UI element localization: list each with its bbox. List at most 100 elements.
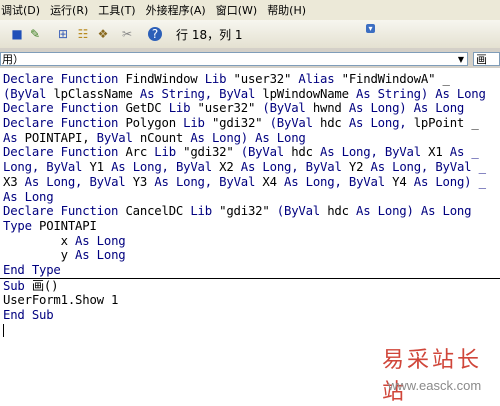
keyword: ByVal — [305, 160, 349, 175]
keyword: As Long, — [154, 174, 220, 189]
keyword: As _ — [449, 145, 479, 160]
object-dropdown[interactable]: 用） ▼ — [0, 52, 468, 66]
keyword: ByVal — [46, 160, 90, 175]
identifier: "user32" — [233, 72, 299, 86]
keyword: (ByVal — [276, 204, 328, 219]
keyword: As Long — [75, 248, 126, 263]
menu-item[interactable]: 帮助(H) — [262, 2, 311, 18]
identifier: 画() — [31, 278, 59, 293]
identifier: hdc — [327, 204, 357, 219]
menu-item[interactable]: 运行(R) — [45, 2, 93, 18]
keyword: End Sub — [3, 308, 54, 322]
keyword: ByVal — [219, 174, 263, 189]
identifier: lpWindowName — [262, 86, 357, 101]
keyword: ByVal — [384, 145, 429, 160]
keyword: As Long, — [320, 145, 385, 160]
identifier: Y3 — [132, 174, 155, 189]
cursor-position: 行 18，列 1 — [176, 28, 243, 42]
properties-icon[interactable]: ☷ — [76, 27, 90, 41]
identifier: lpPoint _ — [413, 116, 479, 131]
code-line: Declare Function Polygon Lib "gdi32" (By… — [3, 116, 500, 131]
identifier: Y1 — [89, 160, 112, 175]
identifier: UserForm1.Show 1 — [3, 293, 119, 308]
keyword: As Long — [75, 233, 126, 248]
code-line: Declare Function Arc Lib "gdi32" (ByVal … — [3, 145, 500, 160]
standard-toolbar: ■ ✎ ⊞ ☷ ❖ ✂ ? 行 18，列 1 — [0, 20, 500, 49]
code-line: Declare Function CancelDC Lib "gdi32" (B… — [3, 204, 500, 219]
object-browser-icon[interactable]: ❖ — [96, 27, 110, 41]
object-bar: 用） ▼ 画 — [0, 52, 500, 68]
toolbar-options-icon[interactable]: ▾ — [366, 24, 375, 33]
code-line: End Sub — [3, 308, 500, 323]
keyword: As String, — [139, 86, 220, 101]
identifier: CancelDC — [125, 204, 191, 219]
keyword: Sub — [3, 278, 32, 293]
keyword: ByVal — [175, 160, 220, 175]
design-mode-icon[interactable]: ✎ — [28, 27, 42, 41]
code-line: Declare Function GetDC Lib "user32" (ByV… — [3, 101, 500, 116]
keyword: As Long, — [111, 160, 176, 175]
keyword: As Long, — [240, 160, 306, 175]
keyword: Type — [3, 218, 40, 233]
code-line: (ByVal lpClassName As String, ByVal lpWi… — [3, 87, 500, 102]
identifier: hdc — [320, 116, 349, 131]
menu-item[interactable]: 外接程序(A) — [141, 2, 211, 18]
keyword: Long, — [3, 160, 47, 175]
code-line: Long, ByVal Y1 As Long, ByVal X2 As Long… — [3, 160, 500, 175]
keyword: Declare Function — [3, 116, 126, 131]
identifier: hwnd — [312, 101, 349, 116]
identifier: POINTAPI — [39, 218, 97, 233]
keyword: Declare Function — [3, 101, 126, 116]
code-line: Type POINTAPI — [3, 219, 500, 234]
identifier: GetDC — [125, 101, 169, 116]
code-line: As POINTAPI, ByVal nCount As Long) As Lo… — [3, 131, 500, 146]
object-dropdown-value: 用） — [2, 53, 24, 66]
menu-item[interactable]: 调试(D) — [0, 2, 45, 18]
keyword: Declare Function — [3, 145, 126, 160]
keyword: Lib — [183, 116, 212, 131]
procedure-separator — [0, 277, 500, 279]
identifier: y — [3, 248, 76, 263]
keyword: ByVal — [348, 174, 393, 189]
keyword: As Long, — [284, 174, 349, 189]
identifier: Arc — [125, 145, 155, 160]
code-line: x As Long — [3, 234, 500, 249]
identifier: x — [3, 233, 76, 248]
identifier: X4 — [262, 174, 285, 189]
keyword: As Long, — [348, 116, 414, 131]
identifier: Y2 — [348, 160, 371, 175]
procedure-dropdown-value: 画 — [476, 53, 487, 66]
menu-item[interactable]: 工具(T) — [93, 2, 140, 18]
keyword: Declare Function — [3, 204, 126, 219]
help-icon[interactable]: ? — [148, 27, 162, 41]
stop-icon[interactable]: ■ — [10, 27, 24, 41]
menu-bar: 调试(D) 运行(R) 工具(T) 外接程序(A) 窗口(W) 帮助(H) — [0, 0, 500, 20]
code-line: X3 As Long, ByVal Y3 As Long, ByVal X4 A… — [3, 175, 500, 190]
identifier: X1 — [428, 145, 450, 160]
keyword: Lib — [154, 145, 184, 160]
code-lines: Declare Function FindWindow Lib "user32"… — [0, 68, 500, 337]
identifier: hdc — [291, 145, 321, 160]
identifier: "gdi32" — [219, 204, 277, 219]
identifier: "user32" — [197, 101, 263, 116]
keyword: As Long, — [370, 160, 436, 175]
identifier: Polygon — [125, 116, 184, 131]
identifier: X3 — [3, 174, 25, 189]
keyword: Declare Function — [3, 72, 126, 86]
identifier: X2 — [219, 160, 241, 175]
code-line: Declare Function FindWindow Lib "user32"… — [3, 72, 500, 87]
menu-item[interactable]: 窗口(W) — [211, 2, 262, 18]
keyword: End Type — [3, 262, 61, 277]
keyword: (ByVal — [269, 116, 321, 131]
keyword: (ByVal — [262, 101, 313, 116]
chevron-down-icon[interactable]: ▼ — [455, 54, 467, 65]
keyword: ByVal _ — [435, 160, 486, 175]
watermark-url: www.easck.com — [388, 378, 482, 393]
keyword: ByVal — [89, 174, 133, 189]
code-line: y As Long — [3, 248, 500, 263]
identifier: "gdi32" — [211, 116, 270, 131]
project-explorer-icon[interactable]: ⊞ — [56, 27, 70, 41]
keyword: (ByVal — [3, 86, 54, 101]
procedure-dropdown[interactable]: 画 — [473, 52, 500, 66]
toolbox-icon[interactable]: ✂ — [120, 27, 134, 41]
